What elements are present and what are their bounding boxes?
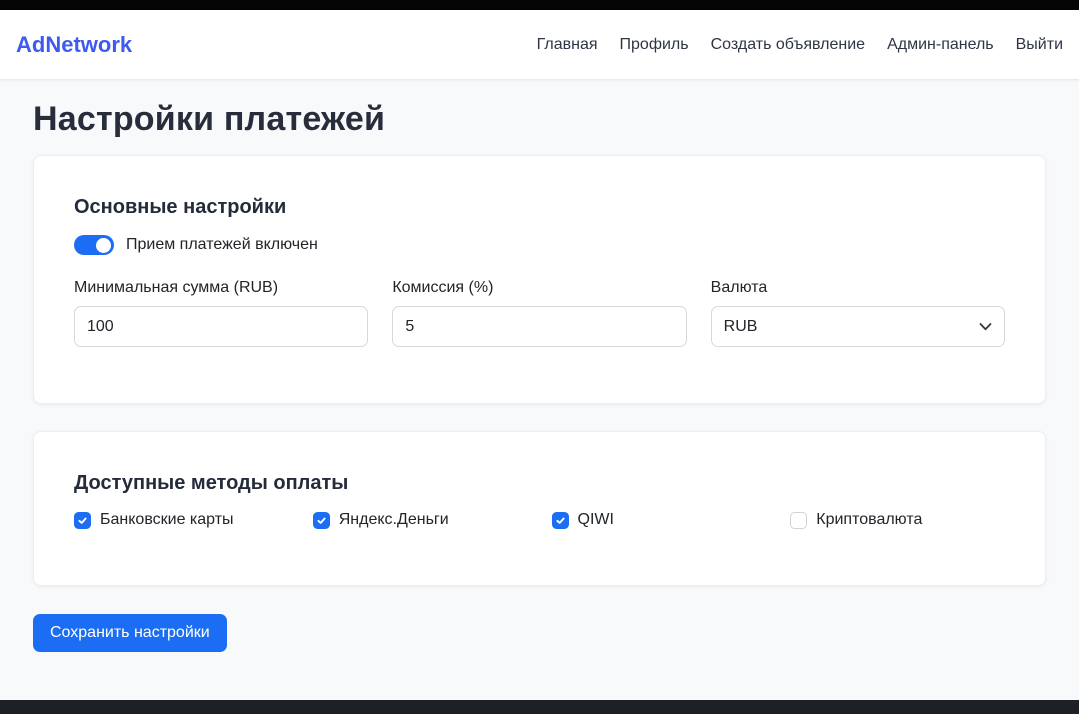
window-top-bar: [0, 0, 1079, 10]
yandex-money-checkbox[interactable]: [313, 512, 330, 529]
bank-cards-label: Банковские карты: [100, 511, 234, 529]
payments-enabled-toggle[interactable]: [74, 235, 114, 255]
min-amount-input[interactable]: [74, 306, 368, 347]
toggle-knob: [96, 238, 111, 253]
crypto-checkbox[interactable]: [790, 512, 807, 529]
nav-links: Главная Профиль Создать объявление Админ…: [537, 36, 1063, 54]
check-icon: [316, 515, 327, 526]
qiwi-label: QIWI: [578, 511, 614, 529]
payment-methods-heading: Доступные методы оплаты: [74, 472, 1005, 495]
general-settings-heading: Основные настройки: [74, 196, 1005, 219]
min-amount-field-group: Минимальная сумма (RUB): [74, 279, 368, 347]
payments-toggle-label: Прием платежей включен: [126, 236, 318, 254]
payment-methods-row: Банковские карты Яндекс.Деньги QIWI: [74, 511, 1005, 529]
method-bank-cards: Банковские карты: [74, 511, 289, 529]
general-settings-card: Основные настройки Прием платежей включе…: [33, 155, 1046, 404]
check-icon: [555, 515, 566, 526]
bank-cards-checkbox[interactable]: [74, 512, 91, 529]
currency-select[interactable]: RUB: [711, 306, 1005, 347]
nav-link-admin-panel[interactable]: Админ-панель: [887, 36, 994, 54]
method-qiwi: QIWI: [552, 511, 767, 529]
nav-link-create-ad[interactable]: Создать объявление: [711, 36, 865, 54]
save-settings-button[interactable]: Сохранить настройки: [33, 614, 227, 652]
payments-toggle-row: Прием платежей включен: [74, 235, 1005, 255]
commission-field-group: Комиссия (%): [392, 279, 686, 347]
yandex-money-label: Яндекс.Деньги: [339, 511, 449, 529]
page-title: Настройки платежей: [33, 100, 1046, 139]
min-amount-label: Минимальная сумма (RUB): [74, 279, 368, 297]
footer-bar: [0, 700, 1079, 714]
currency-field-group: Валюта RUB: [711, 279, 1005, 347]
settings-fields-row: Минимальная сумма (RUB) Комиссия (%) Вал…: [74, 279, 1005, 347]
brand-logo[interactable]: AdNetwork: [16, 32, 132, 58]
main-content: Настройки платежей Основные настройки Пр…: [0, 80, 1079, 700]
nav-link-profile[interactable]: Профиль: [620, 36, 689, 54]
nav-link-home[interactable]: Главная: [537, 36, 598, 54]
crypto-label: Криптовалюта: [816, 511, 922, 529]
nav-link-logout[interactable]: Выйти: [1016, 36, 1063, 54]
payment-methods-card: Доступные методы оплаты Банковские карты…: [33, 431, 1046, 586]
currency-select-wrap: RUB: [711, 306, 1005, 347]
currency-label: Валюта: [711, 279, 1005, 297]
commission-label: Комиссия (%): [392, 279, 686, 297]
commission-input[interactable]: [392, 306, 686, 347]
navbar: AdNetwork Главная Профиль Создать объявл…: [0, 10, 1079, 80]
method-yandex-money: Яндекс.Деньги: [313, 511, 528, 529]
qiwi-checkbox[interactable]: [552, 512, 569, 529]
method-crypto: Криптовалюта: [790, 511, 1005, 529]
check-icon: [77, 515, 88, 526]
